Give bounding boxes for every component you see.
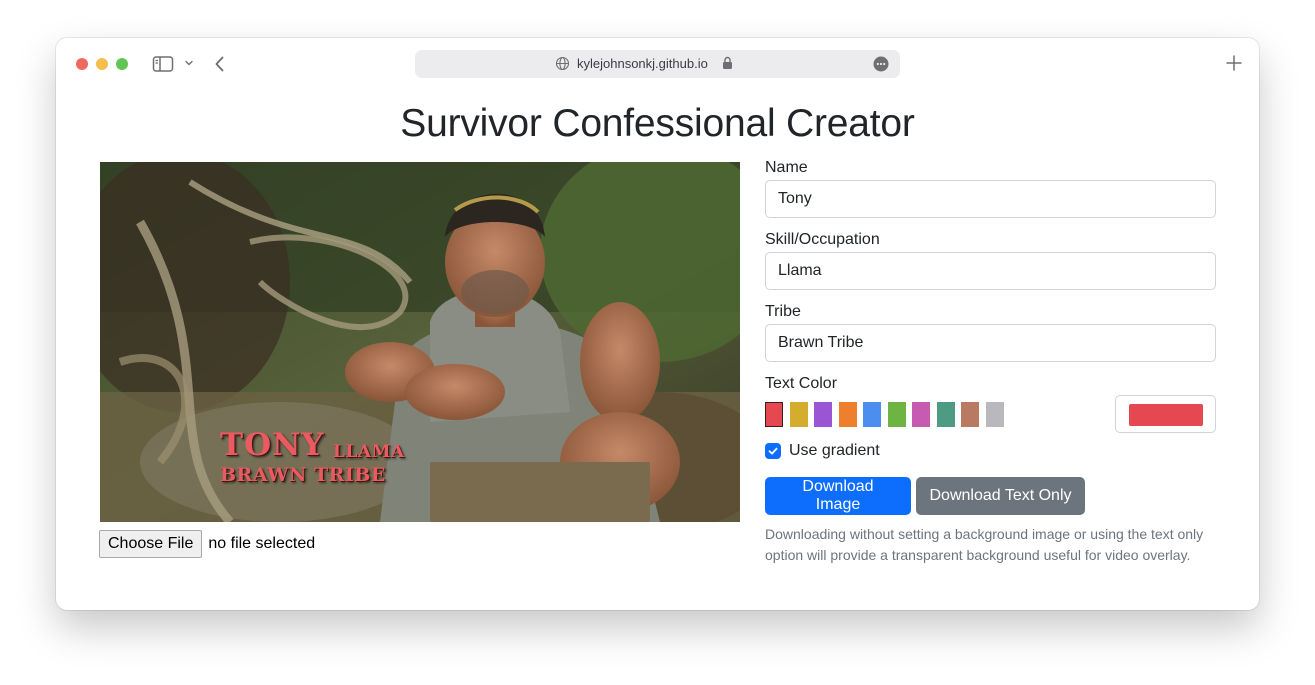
browser-window: kylejohnsonkj.github.io Survivor Confess… (56, 38, 1259, 610)
gradient-option: Use gradient (765, 442, 880, 460)
choose-file-button[interactable]: Choose File (99, 529, 203, 558)
checkmark-icon (768, 447, 778, 455)
color-swatch[interactable] (912, 402, 930, 427)
skill-input[interactable] (765, 252, 1216, 290)
file-status: no file selected (208, 534, 316, 552)
lock-icon (723, 56, 732, 69)
tribe-input[interactable] (765, 324, 1216, 362)
tribe-label: Tribe (765, 303, 801, 320)
color-swatch[interactable] (765, 402, 783, 427)
help-text: Downloading without setting a background… (765, 526, 1204, 563)
close-window-button[interactable] (76, 58, 88, 70)
color-picker[interactable] (1115, 395, 1216, 433)
minimize-window-button[interactable] (96, 58, 108, 70)
selected-color-fill (1129, 404, 1203, 426)
name-label: Name (765, 159, 808, 176)
new-tab-icon[interactable] (1224, 53, 1244, 73)
overlay-name-text: TONY (220, 427, 325, 463)
overlay-tribe-text: BRAWN TRIBE (220, 464, 386, 486)
address-bar[interactable]: kylejohnsonkj.github.io (415, 50, 900, 78)
color-swatch[interactable] (863, 402, 881, 427)
color-swatch[interactable] (936, 402, 955, 427)
gradient-label: Use gradient (789, 442, 880, 459)
color-swatch[interactable] (961, 402, 979, 427)
page-title: Survivor Confessional Creator (400, 102, 915, 145)
color-swatch[interactable] (887, 402, 906, 427)
globe-icon (555, 56, 570, 71)
color-swatch[interactable] (789, 402, 808, 427)
text-color-label: Text Color (765, 375, 838, 392)
url-text: kylejohnsonkj.github.io (577, 56, 708, 71)
sidebar-icon[interactable] (152, 54, 174, 74)
zoom-window-button[interactable] (116, 58, 128, 70)
preview-background-image (100, 162, 740, 522)
overlay-skill-text: LLAMA (333, 442, 405, 462)
back-arrow-icon[interactable] (212, 54, 228, 74)
color-swatch[interactable] (814, 402, 832, 427)
skill-label: Skill/Occupation (765, 231, 880, 248)
gradient-checkbox[interactable] (765, 443, 781, 459)
browser-toolbar: kylejohnsonkj.github.io (56, 38, 1259, 90)
download-text-only-button[interactable]: Download Text Only (916, 477, 1085, 515)
color-swatches (765, 402, 1010, 427)
chevron-down-icon[interactable] (183, 57, 195, 69)
color-swatch[interactable] (985, 402, 1004, 427)
download-image-button[interactable]: Download Image (765, 477, 911, 515)
color-swatch[interactable] (838, 402, 857, 427)
preview-canvas: TONY LLAMA BRAWN TRIBE (100, 162, 740, 522)
file-picker: Choose File no file selected (99, 529, 315, 558)
name-input[interactable] (765, 180, 1216, 218)
more-options-icon[interactable] (873, 56, 889, 72)
